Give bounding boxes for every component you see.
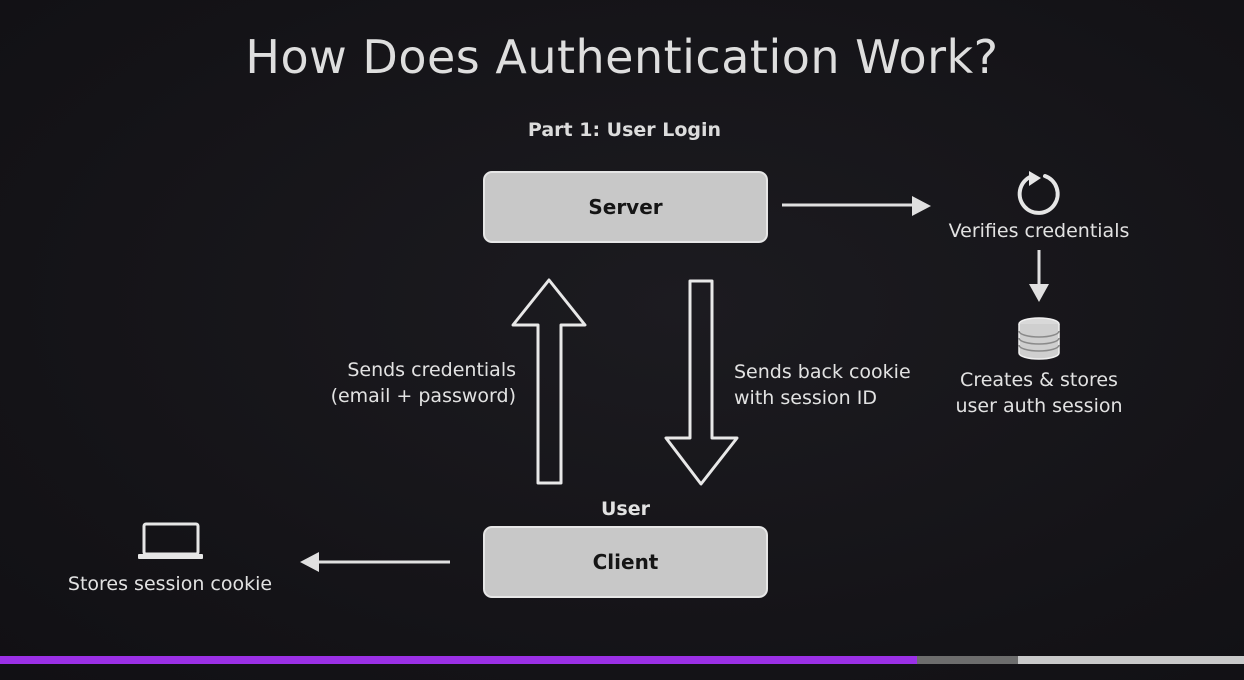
slide: How Does Authentication Work? Part 1: Us… [0,0,1244,680]
refresh-icon [1017,171,1060,215]
user-label: User [601,498,650,520]
server-box: Server [483,171,768,243]
small-down-arrow [1029,250,1049,302]
sends-credentials-line-1: Sends credentials [347,359,516,381]
laptop-icon [138,522,203,559]
creates-session-line-2: user auth session [955,395,1123,417]
sends-credentials-label: Sends credentials (email + password) [316,357,516,409]
server-label: Server [588,195,663,219]
sends-back-cookie-line-2: with session ID [734,387,877,409]
creates-session-label: Creates & stores user auth session [939,367,1139,419]
progress-played [0,656,917,664]
down-arrow [664,279,739,486]
verifies-credentials-label: Verifies credentials [948,220,1130,242]
database-icon [1018,317,1060,360]
right-arrow [782,196,931,216]
sends-credentials-line-2: (email + password) [330,385,516,407]
left-arrow [300,552,450,572]
up-arrow [511,278,587,485]
stores-cookie-label: Stores session cookie [67,573,273,595]
sends-back-cookie-label: Sends back cookie with session ID [734,359,911,411]
client-label: Client [592,550,659,574]
creates-session-line-1: Creates & stores [960,369,1118,391]
client-box: Client [483,526,768,598]
sends-back-cookie-line-1: Sends back cookie [734,361,911,383]
video-progress-bar[interactable] [0,656,1244,664]
